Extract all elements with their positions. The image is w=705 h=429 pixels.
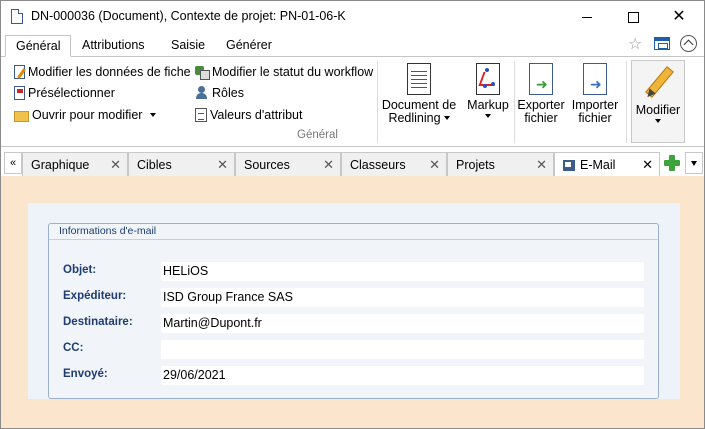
- modify-button[interactable]: Modifier: [631, 60, 685, 143]
- import-file-button[interactable]: Importer fichier: [569, 59, 621, 145]
- sent-date-field[interactable]: 29/06/2021: [161, 366, 644, 385]
- tab-label: Classeurs: [350, 158, 406, 172]
- close-tab-icon[interactable]: ✕: [323, 157, 334, 173]
- export-file-button[interactable]: Exporter fichier: [516, 59, 566, 145]
- sent-date-label: Envoyé:: [63, 368, 108, 380]
- tab-label: E-Mail: [580, 158, 616, 172]
- roles-icon: [195, 86, 209, 100]
- tab-sources[interactable]: Sources ✕: [235, 152, 341, 177]
- import-label-line2: fichier: [578, 111, 612, 125]
- tab-general[interactable]: Général: [5, 35, 72, 57]
- close-tab-icon[interactable]: ✕: [642, 157, 653, 173]
- pencil-icon: [641, 65, 675, 99]
- email-icon: [563, 160, 575, 171]
- email-info-title: Informations d'e-mail: [49, 224, 658, 240]
- chevron-down-icon: [655, 119, 661, 123]
- minimize-button[interactable]: [564, 1, 610, 33]
- roles-label: Rôles: [212, 86, 244, 100]
- subject-field[interactable]: HELiOS: [161, 262, 644, 281]
- add-tab-icon[interactable]: [663, 154, 681, 172]
- roles-button[interactable]: Rôles: [195, 84, 244, 102]
- attribute-values-button[interactable]: Valeurs d'attribut: [195, 106, 302, 124]
- preselect-icon: [14, 86, 25, 100]
- chevron-down-icon: [485, 114, 491, 118]
- document-icon: [11, 9, 23, 24]
- tab-label: Projets: [456, 158, 495, 172]
- recipient-field[interactable]: Martin@Dupont.fr: [161, 314, 644, 333]
- ribbon-separator: [626, 61, 627, 143]
- sender-field[interactable]: ISD Group France SAS: [161, 288, 644, 307]
- tab-label: Graphique: [31, 158, 90, 172]
- tab-classeurs[interactable]: Classeurs ✕: [341, 152, 447, 177]
- redlining-label-line2: Redlining: [388, 111, 441, 125]
- ribbon: Modifier les données de fiche Présélecti…: [1, 56, 704, 147]
- chevron-down-icon: [150, 113, 157, 117]
- ribbon-separator: [377, 61, 378, 143]
- app-window: DN-000036 (Document), Contexte de projet…: [0, 0, 705, 429]
- modify-record-label: Modifier les données de fiche: [28, 65, 191, 79]
- preselect-label: Présélectionner: [28, 86, 115, 100]
- redlining-document-icon: [407, 63, 431, 95]
- redlining-document-button[interactable]: Document de Redlining: [381, 59, 457, 145]
- maximize-button[interactable]: [610, 1, 656, 33]
- tab-attributions[interactable]: Attributions: [72, 35, 155, 57]
- panel-layout-icon[interactable]: [654, 37, 670, 50]
- email-content-area: Informations d'e-mail Objet: HELiOS Expé…: [1, 176, 704, 428]
- modify-record-button[interactable]: Modifier les données de fiche: [14, 63, 191, 81]
- chevron-down-icon: [443, 116, 450, 120]
- markup-label: Markup: [467, 98, 509, 112]
- tab-generer[interactable]: Générer: [216, 35, 282, 57]
- modify-workflow-label: Modifier le statut du workflow: [212, 65, 374, 79]
- cc-field[interactable]: [161, 340, 644, 359]
- attribute-values-label: Valeurs d'attribut: [210, 108, 303, 122]
- tab-label: Cibles: [137, 158, 172, 172]
- close-tab-icon[interactable]: ✕: [217, 157, 228, 173]
- open-to-modify-button[interactable]: Ouvrir pour modifier: [14, 106, 157, 124]
- modify-workflow-button[interactable]: Modifier le statut du workflow: [195, 63, 373, 81]
- collapse-ribbon-icon[interactable]: [680, 35, 697, 52]
- tab-list-dropdown[interactable]: [685, 152, 703, 174]
- close-tab-icon[interactable]: ✕: [110, 157, 121, 173]
- cc-label: CC:: [63, 342, 84, 354]
- subject-label: Objet:: [63, 264, 97, 276]
- document-tab-bar: « Graphique ✕ Cibles ✕ Sources ✕ Classeu…: [1, 151, 704, 177]
- ribbon-separator: [514, 61, 515, 143]
- tab-cibles[interactable]: Cibles ✕: [128, 152, 235, 177]
- modify-label: Modifier: [635, 103, 681, 117]
- sender-label: Expéditeur:: [63, 290, 127, 302]
- import-file-icon: [583, 63, 607, 95]
- export-label-line2: fichier: [524, 111, 558, 125]
- tab-label: Sources: [244, 158, 290, 172]
- tab-saisie[interactable]: Saisie: [161, 35, 215, 57]
- close-tab-icon[interactable]: ✕: [536, 157, 547, 173]
- window-title: DN-000036 (Document), Contexte de projet…: [31, 9, 346, 23]
- title-bar: DN-000036 (Document), Contexte de projet…: [1, 1, 704, 33]
- close-button[interactable]: ✕: [656, 1, 702, 33]
- email-info-group: Informations d'e-mail Objet: HELiOS Expé…: [48, 223, 659, 399]
- edit-document-icon: [14, 65, 25, 79]
- tab-graphique[interactable]: Graphique ✕: [22, 152, 128, 177]
- email-panel: Informations d'e-mail Objet: HELiOS Expé…: [28, 203, 680, 399]
- close-tab-icon[interactable]: ✕: [429, 157, 440, 173]
- open-to-modify-label: Ouvrir pour modifier: [32, 108, 143, 122]
- markup-icon: [476, 63, 500, 95]
- preselect-button[interactable]: Présélectionner: [14, 84, 115, 102]
- recipient-label: Destinataire:: [63, 316, 133, 328]
- folder-open-icon: [14, 111, 29, 122]
- favorite-star-icon[interactable]: ☆: [628, 34, 642, 54]
- export-file-icon: [529, 63, 553, 95]
- attribute-icon: [195, 108, 207, 122]
- tab-projets[interactable]: Projets ✕: [447, 152, 554, 177]
- ribbon-group-label: Général: [297, 129, 338, 141]
- scroll-tabs-left-button[interactable]: «: [4, 152, 22, 174]
- tab-email[interactable]: E-Mail ✕: [554, 152, 660, 177]
- workflow-icon: [195, 65, 210, 80]
- markup-button[interactable]: Markup: [464, 59, 512, 145]
- ribbon-tab-bar: Général Attributions Saisie Générer: [1, 33, 704, 57]
